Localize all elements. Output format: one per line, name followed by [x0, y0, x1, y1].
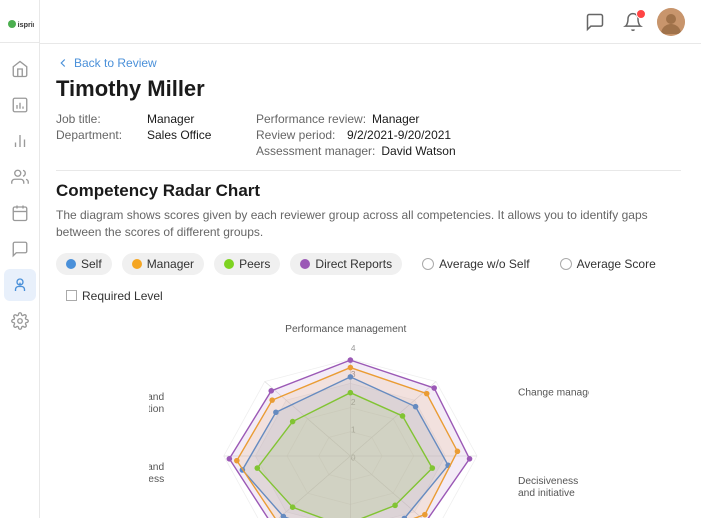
info-row-period: Review period: 9/2/2021-9/20/2021: [256, 128, 681, 142]
legend-label-required-level: Required Level: [82, 289, 163, 303]
svg-text:Decisiveness: Decisiveness: [517, 476, 577, 487]
sidebar-item-chat[interactable]: [4, 233, 36, 265]
legend-label-average-score: Average Score: [577, 257, 656, 271]
legend-label-peers: Peers: [239, 257, 270, 271]
divider: [56, 170, 681, 171]
svg-text:Performance management: Performance management: [285, 324, 406, 335]
chart-title: Competency Radar Chart: [56, 181, 681, 201]
info-grid: Job title: Manager Department: Sales Off…: [56, 112, 681, 158]
info-left: Job title: Manager Department: Sales Off…: [56, 112, 256, 158]
user-avatar[interactable]: [657, 8, 685, 36]
legend-dot-manager: [132, 259, 142, 269]
sidebar: ispring: [0, 0, 40, 518]
info-row-dept: Department: Sales Office: [56, 128, 256, 142]
department-label: Department:: [56, 128, 141, 142]
legend-label-direct-reports: Direct Reports: [315, 257, 392, 271]
chart-description: The diagram shows scores given by each r…: [56, 207, 681, 241]
legend-circle-avg-score: [560, 258, 572, 270]
svg-text:Change management: Change management: [517, 387, 588, 398]
notification-icon[interactable]: [619, 8, 647, 36]
legend-dot-direct-reports: [300, 259, 310, 269]
legend-item-average-wo-self[interactable]: Average w/o Self: [412, 253, 540, 275]
chart-legend: Self Manager Peers Direct Reports Averag…: [56, 253, 681, 307]
sidebar-item-users[interactable]: [4, 161, 36, 193]
content-area: Back to Review Timothy Miller Job title:…: [40, 44, 701, 518]
svg-text:4: 4: [350, 342, 355, 352]
department-value: Sales Office: [147, 128, 211, 142]
sidebar-item-settings[interactable]: [4, 305, 36, 337]
back-link-label: Back to Review: [74, 56, 157, 70]
performance-review-label: Performance review:: [256, 112, 366, 126]
review-period-label: Review period:: [256, 128, 341, 142]
chat-icon[interactable]: [581, 8, 609, 36]
page-title: Timothy Miller: [56, 76, 681, 102]
svg-text:and initiative: and initiative: [517, 488, 574, 499]
job-title-value: Manager: [147, 112, 194, 126]
logo: ispring: [0, 10, 39, 43]
legend-label-average-wo-self: Average w/o Self: [439, 257, 530, 271]
svg-text:innovativeness: innovativeness: [149, 474, 164, 485]
svg-text:Planning and: Planning and: [149, 392, 164, 403]
assessment-manager-label: Assessment manager:: [256, 144, 375, 158]
sidebar-item-home[interactable]: [4, 53, 36, 85]
info-right: Performance review: Manager Review perio…: [256, 112, 681, 158]
job-title-label: Job title:: [56, 112, 141, 126]
info-row-review: Performance review: Manager: [256, 112, 681, 126]
info-row-manager: Assessment manager: David Watson: [256, 144, 681, 158]
legend-dot-self: [66, 259, 76, 269]
sidebar-item-calendar[interactable]: [4, 197, 36, 229]
main-content: Back to Review Timothy Miller Job title:…: [40, 0, 701, 518]
legend-item-average-score[interactable]: Average Score: [550, 253, 666, 275]
sidebar-item-chart[interactable]: [4, 125, 36, 157]
svg-text:Creativity and: Creativity and: [149, 462, 164, 473]
sidebar-item-performance[interactable]: [4, 269, 36, 301]
svg-text:ispring: ispring: [17, 20, 33, 29]
legend-item-manager[interactable]: Manager: [122, 253, 204, 275]
topbar: [40, 0, 701, 44]
legend-square-required-level: [66, 290, 77, 301]
chart-area: Performance management Change management…: [56, 321, 681, 518]
review-period-value: 9/2/2021-9/20/2021: [347, 128, 451, 142]
legend-item-self[interactable]: Self: [56, 253, 112, 275]
legend-dot-peers: [224, 259, 234, 269]
legend-item-direct-reports[interactable]: Direct Reports: [290, 253, 402, 275]
legend-label-manager: Manager: [147, 257, 194, 271]
legend-label-self: Self: [81, 257, 102, 271]
performance-review-value: Manager: [372, 112, 419, 126]
legend-item-required-level[interactable]: Required Level: [56, 285, 173, 307]
assessment-manager-value: David Watson: [381, 144, 455, 158]
sidebar-item-reports[interactable]: [4, 89, 36, 121]
back-link[interactable]: Back to Review: [56, 56, 681, 70]
radar-chart: Performance management Change management…: [149, 321, 589, 518]
legend-circle-avg-wo-self: [422, 258, 434, 270]
legend-item-peers[interactable]: Peers: [214, 253, 280, 275]
svg-text:organization: organization: [149, 404, 164, 415]
notification-badge: [636, 9, 646, 19]
info-row-jobtitle: Job title: Manager: [56, 112, 256, 126]
